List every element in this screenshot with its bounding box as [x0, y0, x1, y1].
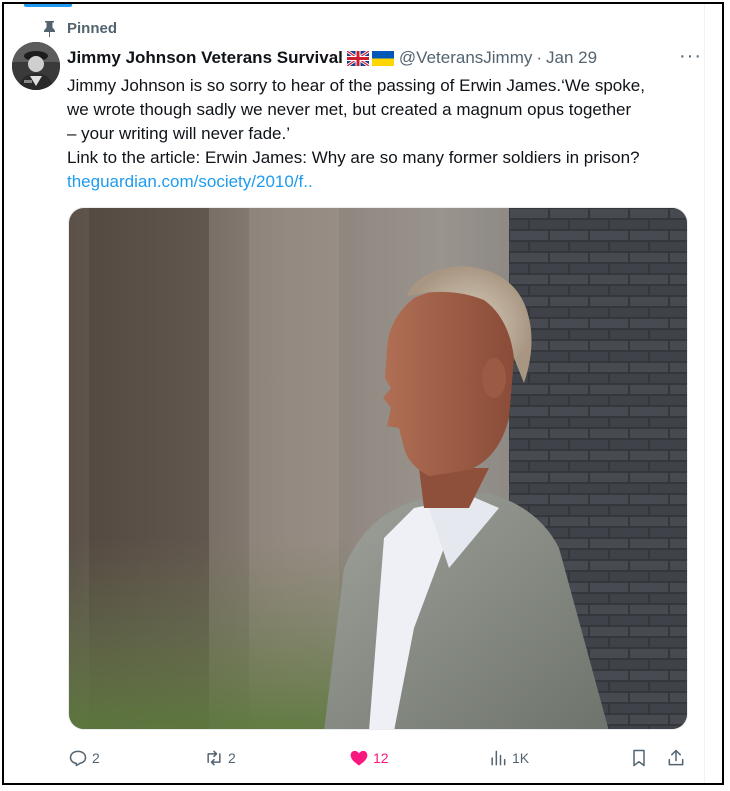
like-count: 12: [373, 750, 389, 766]
uk-flag-icon: [346, 50, 369, 66]
heart-filled-icon: [350, 750, 368, 766]
like-button[interactable]: 12: [349, 746, 389, 770]
pinned-indicator: Pinned: [42, 20, 117, 37]
author-handle[interactable]: @VeteransJimmy: [399, 48, 532, 68]
top-accent-bar: [24, 4, 72, 7]
retweet-count: 2: [228, 750, 236, 766]
tweet-text-line: we wrote though sadly we never met, but …: [67, 100, 632, 119]
share-icon: [668, 749, 684, 766]
retweet-icon: [207, 750, 221, 766]
share-button[interactable]: [666, 746, 686, 770]
divider: [704, 4, 705, 783]
author-flags: [346, 50, 394, 66]
article-link[interactable]: theguardian.com/society/2010/f..: [67, 170, 697, 194]
bookmark-button[interactable]: [629, 746, 649, 770]
bookmark-icon: [633, 749, 645, 767]
pinned-label: Pinned: [67, 20, 118, 37]
tweet-header: Jimmy Johnson Veterans Survival @Veteran…: [67, 47, 697, 69]
tweet-photo[interactable]: [68, 207, 688, 730]
reply-button[interactable]: 2: [68, 746, 100, 770]
reply-icon: [69, 750, 87, 767]
view-count: 1K: [512, 750, 530, 766]
tweet-text-line: Jimmy Johnson is so sorry to hear of the…: [67, 76, 645, 95]
photo-man-against-brick-wall: [69, 208, 687, 729]
more-options-icon[interactable]: ···: [679, 45, 702, 68]
avatar-image: [12, 42, 60, 90]
author-name[interactable]: Jimmy Johnson Veterans Survival: [67, 48, 343, 68]
tweet-text-line: Link to the article: Erwin James: Why ar…: [67, 148, 640, 167]
analytics-icon: [491, 750, 506, 766]
ukraine-flag-icon: [371, 50, 394, 66]
separator-dot: ·: [536, 48, 543, 67]
avatar[interactable]: [12, 42, 60, 90]
pin-icon: [44, 21, 55, 37]
tweet-text: Jimmy Johnson is so sorry to hear of the…: [67, 74, 697, 194]
tweet-card[interactable]: Pinned Jimmy Johnson Veterans Survival @…: [2, 2, 724, 785]
tweet-text-line: – your writing will never fade.’: [67, 124, 290, 143]
reply-count: 2: [92, 750, 100, 766]
views-button[interactable]: 1K: [488, 746, 529, 770]
retweet-button[interactable]: 2: [204, 746, 236, 770]
action-bar: 2 2 12 1K: [68, 746, 688, 770]
tweet-date[interactable]: Jan 29: [546, 48, 597, 68]
